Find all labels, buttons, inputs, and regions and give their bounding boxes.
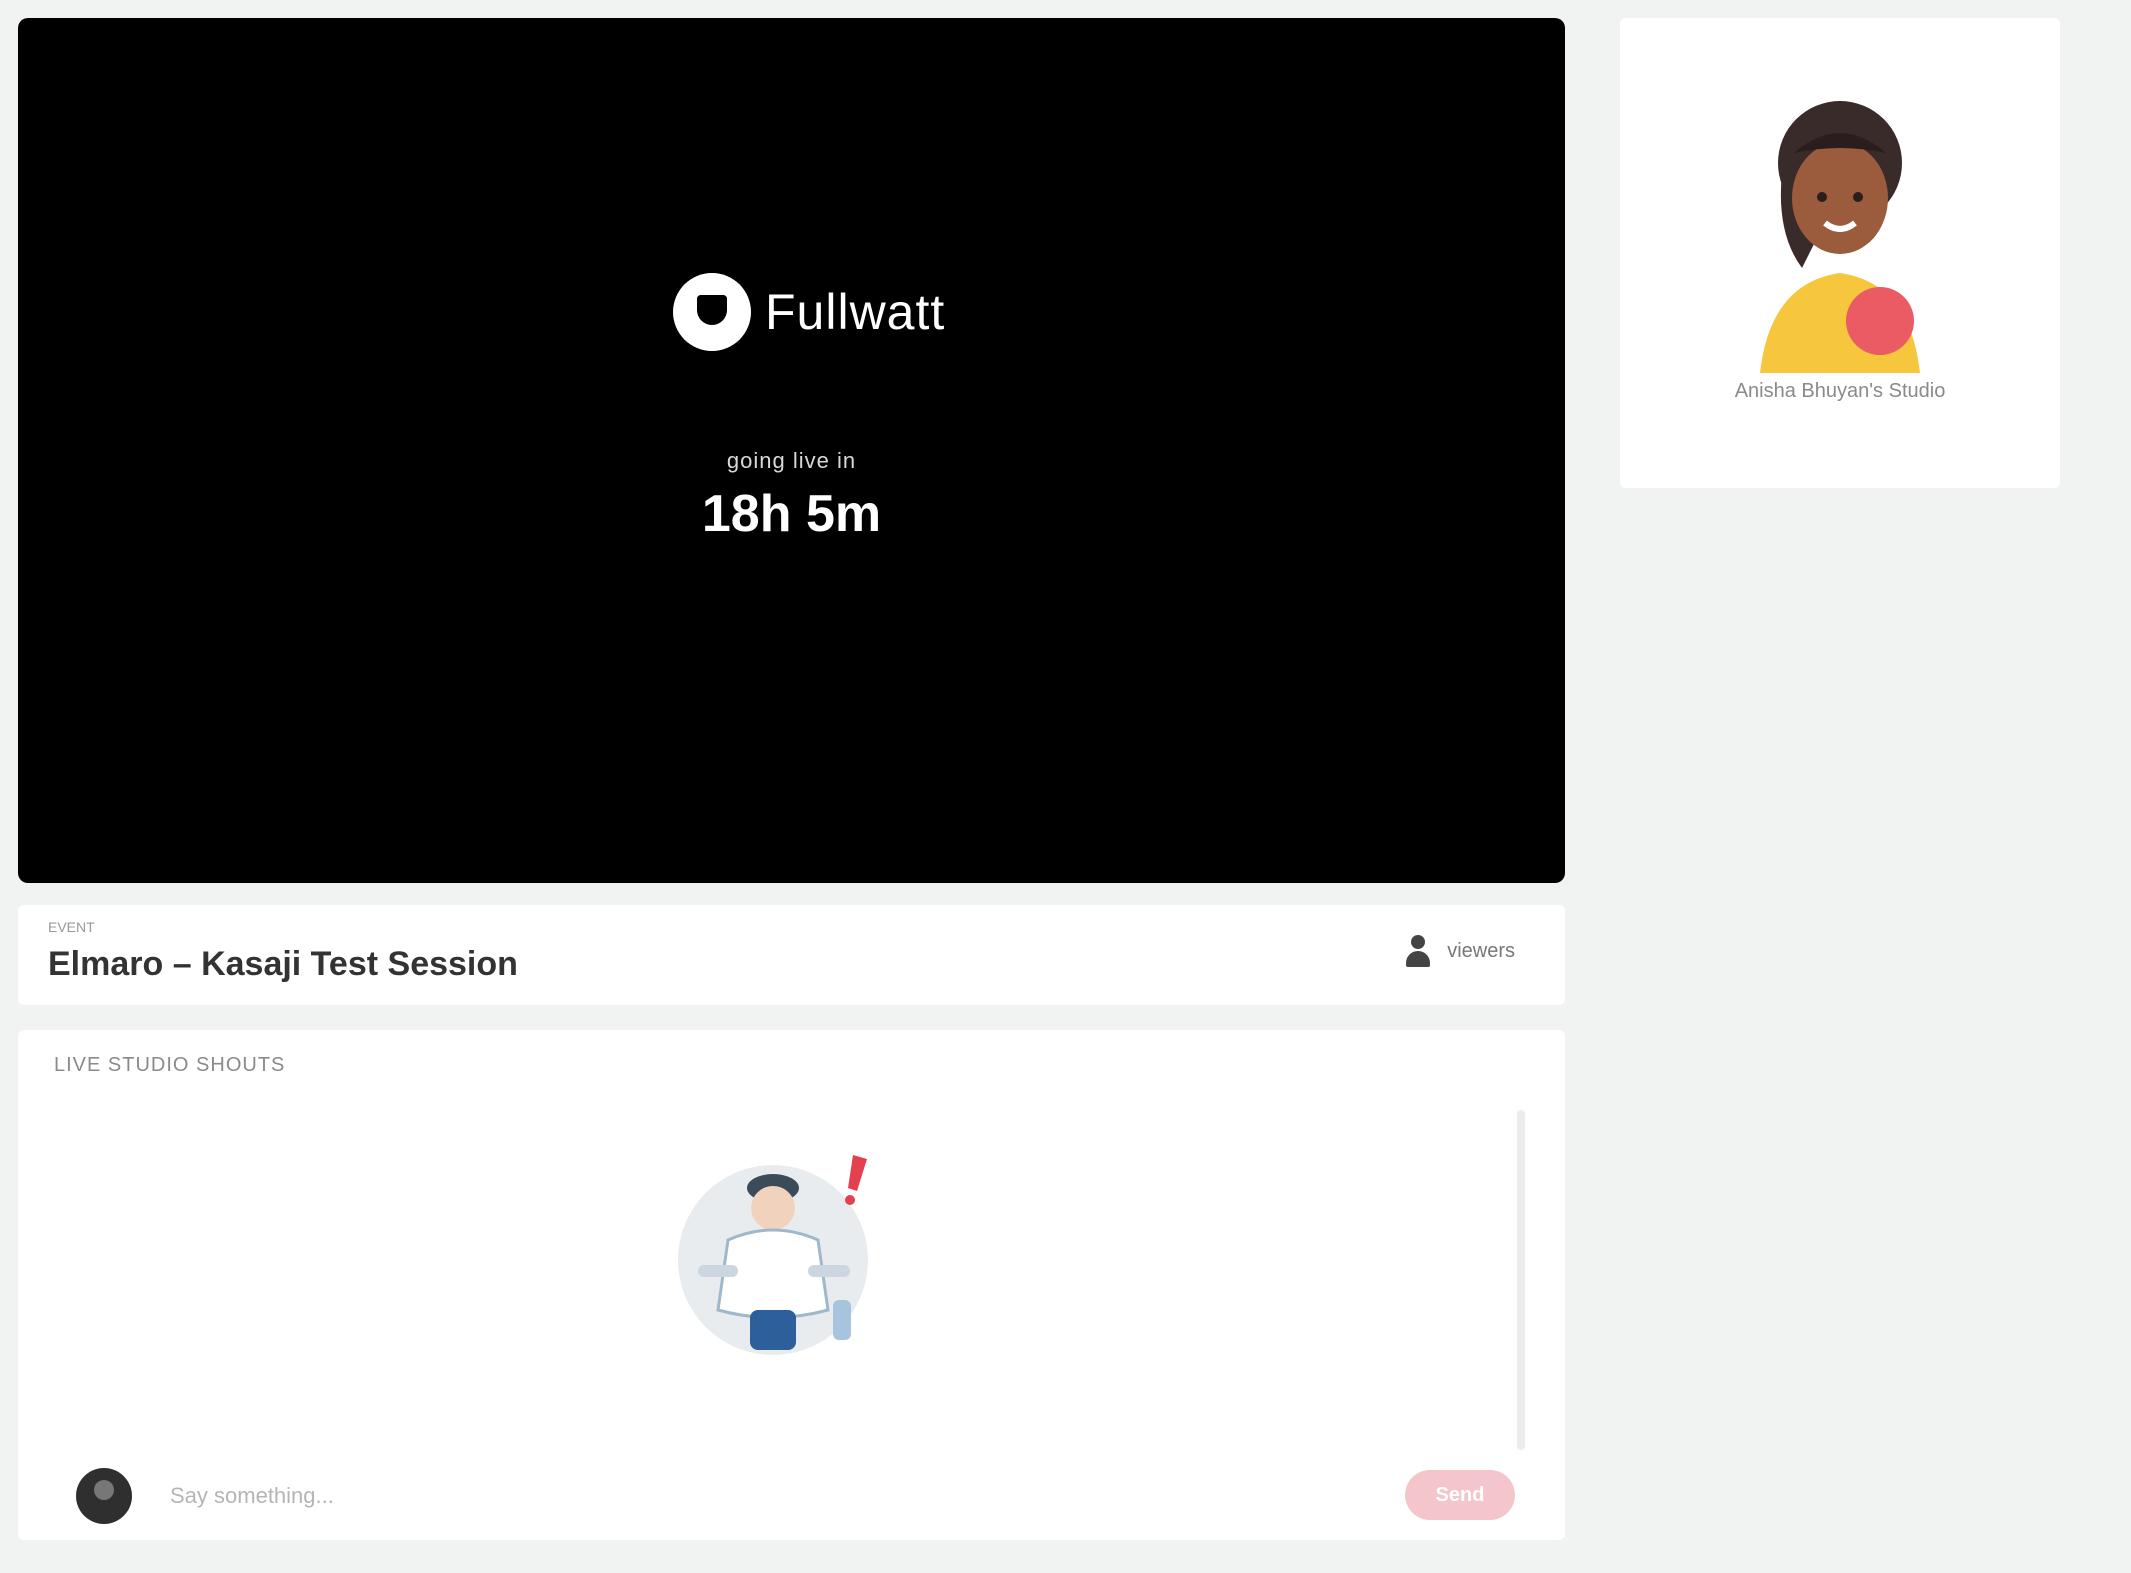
user-icon bbox=[1403, 933, 1433, 969]
viewer-count-label: viewers bbox=[1447, 939, 1515, 962]
video-player[interactable]: Fullwatt going live in 18h 5m bbox=[18, 18, 1565, 883]
chat-scrollbar[interactable] bbox=[1517, 1110, 1525, 1450]
event-title: Elmaro – Kasaji Test Session bbox=[48, 945, 518, 983]
empty-chat-illustration bbox=[678, 1155, 868, 1355]
chat-panel: LIVE STUDIO SHOUTS Send bbox=[18, 1030, 1565, 1540]
brand-lockup: Fullwatt bbox=[673, 273, 945, 351]
brand-name: Fullwatt bbox=[765, 284, 946, 340]
countdown-label: going live in bbox=[726, 448, 857, 473]
brand-logo-icon bbox=[673, 273, 751, 351]
host-name: Anisha Bhuyan's Studio bbox=[1734, 380, 1946, 402]
send-button[interactable]: Send bbox=[1405, 1470, 1515, 1520]
event-info-bar: EVENT Elmaro – Kasaji Test Session viewe… bbox=[18, 905, 1565, 1005]
chat-input[interactable] bbox=[168, 1470, 1272, 1522]
host-avatar bbox=[1760, 101, 1920, 373]
avatar bbox=[76, 1468, 132, 1524]
viewer-count: viewers bbox=[1403, 933, 1515, 969]
chat-header: LIVE STUDIO SHOUTS bbox=[54, 1054, 286, 1076]
chat-compose-row: Send bbox=[58, 1450, 1525, 1530]
event-kicker: EVENT bbox=[48, 919, 95, 935]
countdown: going live in 18h 5m bbox=[18, 448, 1565, 544]
host-card: Anisha Bhuyan's Studio bbox=[1620, 18, 2060, 488]
countdown-value: 18h 5m bbox=[701, 485, 882, 543]
